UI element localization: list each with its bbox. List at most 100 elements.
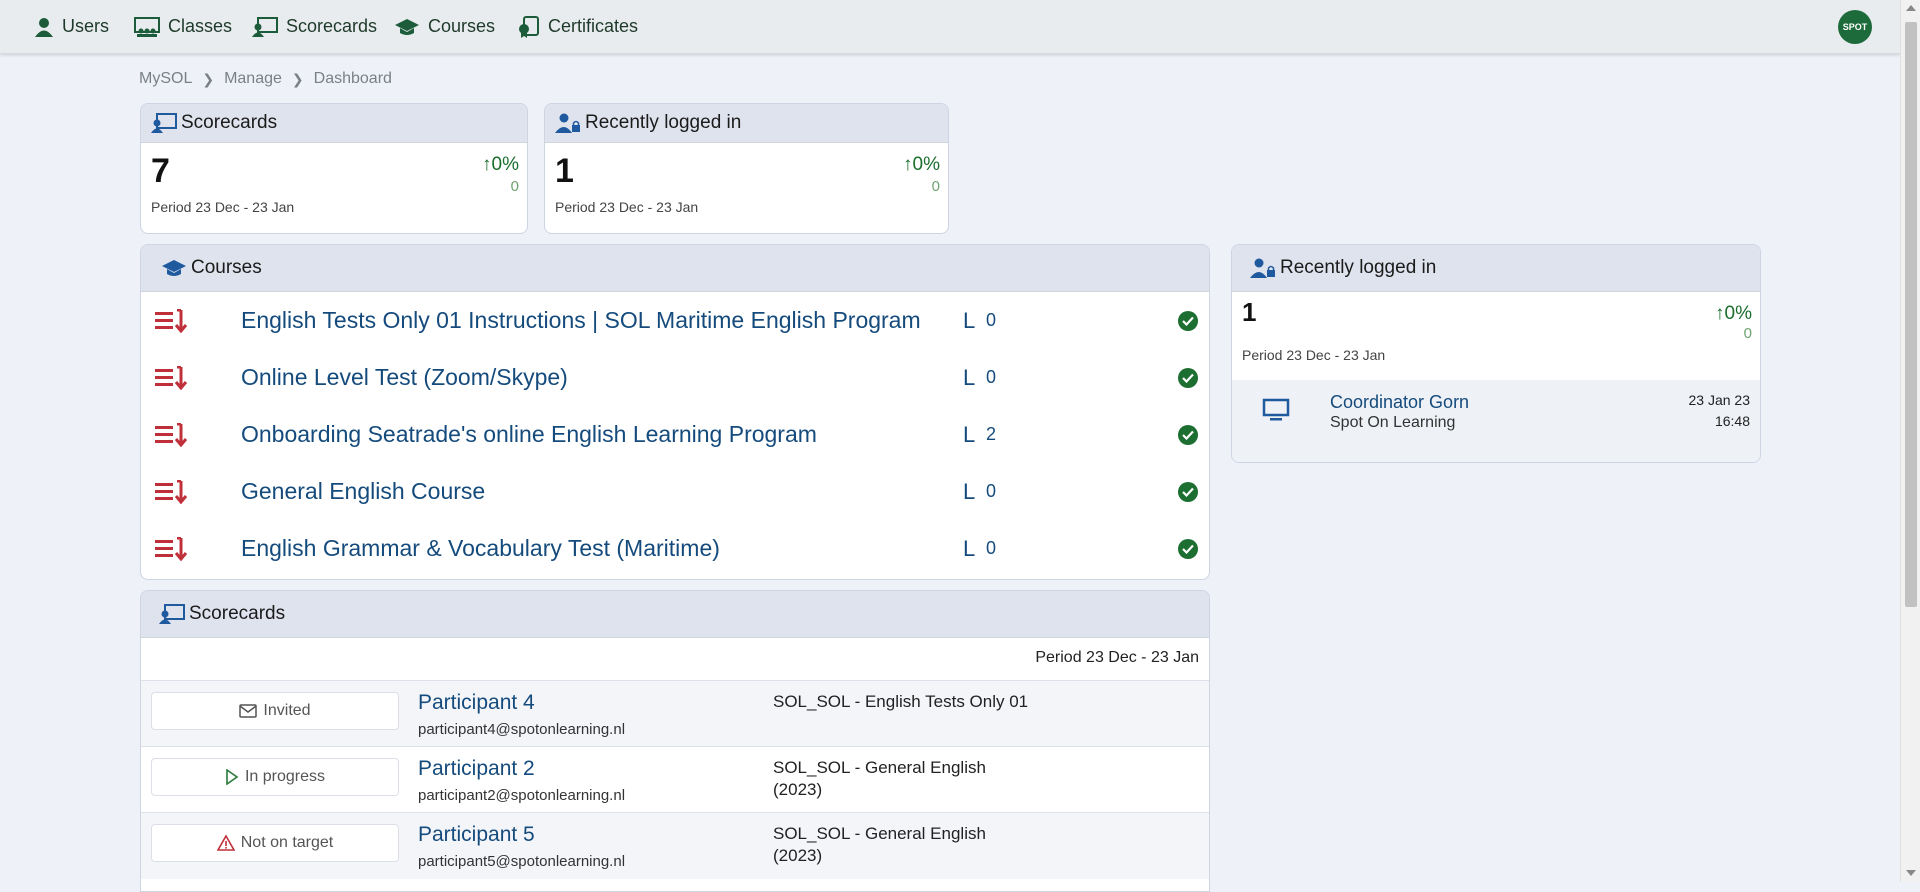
participant-name[interactable]: Participant 5 bbox=[418, 823, 535, 847]
nav-courses-label: Courses bbox=[428, 16, 496, 36]
graduation-cap-icon bbox=[395, 18, 419, 35]
scorecards-icon bbox=[151, 113, 177, 133]
login-date: 23 Jan 23 bbox=[1688, 392, 1751, 408]
nav-classes[interactable]: Classes bbox=[134, 0, 232, 53]
nav-scorecards[interactable]: Scorecards bbox=[252, 0, 377, 53]
check-circle-icon bbox=[1178, 424, 1198, 445]
course-row: English Tests Only 01 Instructions | SOL… bbox=[141, 292, 1209, 349]
level-label: L bbox=[963, 478, 976, 504]
arrow-up-icon: ↑ bbox=[482, 154, 492, 175]
check-circle-icon bbox=[1178, 310, 1198, 331]
card-header: Scorecards bbox=[141, 104, 527, 143]
scorecard-row: In progress Participant 2 participant2@s… bbox=[141, 746, 1209, 813]
nav-certificates[interactable]: Certificates bbox=[518, 0, 638, 53]
play-icon bbox=[226, 769, 239, 785]
breadcrumb-dashboard: Dashboard bbox=[313, 70, 392, 87]
breadcrumb-manage[interactable]: Manage bbox=[224, 70, 282, 88]
certificate-icon bbox=[519, 15, 539, 38]
status-invited-button[interactable]: Invited bbox=[151, 692, 399, 730]
scroll-thumb[interactable] bbox=[1905, 22, 1917, 607]
level-count: 0 bbox=[986, 310, 997, 330]
chevron-right-icon: ❯ bbox=[202, 70, 215, 87]
level-label: L bbox=[963, 364, 976, 390]
participant-course: SOL_SOL - General English (2023) bbox=[773, 824, 986, 865]
participant-name[interactable]: Participant 2 bbox=[418, 757, 535, 781]
participant-course: SOL_SOL - General English (2023) bbox=[773, 758, 986, 799]
sort-list-icon[interactable] bbox=[155, 479, 191, 504]
sort-list-icon[interactable] bbox=[155, 365, 191, 390]
scroll-up-arrow-icon[interactable] bbox=[1906, 5, 1916, 11]
sort-list-icon[interactable] bbox=[155, 536, 191, 561]
level-count: 2 bbox=[986, 424, 997, 444]
check-circle-icon bbox=[1178, 538, 1198, 559]
user-lock-icon bbox=[1250, 258, 1275, 278]
period-label: Period 23 Dec - 23 Jan bbox=[555, 199, 699, 215]
card-header: Recently logged in bbox=[545, 104, 948, 143]
nav-users[interactable]: Users bbox=[34, 0, 109, 53]
breadcrumb: MySOL ❯ Manage ❯ Dashboard bbox=[139, 70, 392, 88]
nav-users-label: Users bbox=[62, 16, 110, 36]
logged-in-count: 1 bbox=[555, 152, 574, 190]
level-count: 0 bbox=[986, 481, 997, 501]
change-percentage: ↑0% bbox=[1715, 303, 1752, 324]
status-label: Invited bbox=[263, 702, 311, 719]
user-org: Spot On Learning bbox=[1330, 414, 1456, 431]
course-title[interactable]: Online Level Test (Zoom/Skype) bbox=[241, 364, 568, 391]
user-name[interactable]: Coordinator Gorn bbox=[1330, 392, 1469, 413]
participant-email: participant2@spotonlearning.nl bbox=[418, 787, 626, 804]
sort-list-icon[interactable] bbox=[155, 308, 191, 333]
course-title[interactable]: English Grammar & Vocabulary Test (Marit… bbox=[241, 535, 720, 562]
level-count: 0 bbox=[986, 538, 997, 558]
level-label: L bbox=[963, 307, 976, 333]
change-absolute: 0 bbox=[1743, 325, 1752, 342]
nav-courses[interactable]: Courses bbox=[394, 0, 495, 53]
sort-list-icon[interactable] bbox=[155, 422, 191, 447]
participant-name[interactable]: Participant 4 bbox=[418, 691, 535, 715]
logged-in-count: 1 bbox=[1242, 297, 1257, 327]
nav-scorecards-label: Scorecards bbox=[286, 16, 378, 36]
scroll-down-arrow-icon[interactable] bbox=[1906, 870, 1916, 876]
course-title[interactable]: General English Course bbox=[241, 478, 485, 505]
nav-certificates-label: Certificates bbox=[548, 16, 639, 36]
status-label: Not on target bbox=[240, 834, 334, 851]
card-header: Recently logged in bbox=[1232, 245, 1760, 292]
change-percentage: ↑0% bbox=[903, 154, 940, 175]
graduation-cap-icon bbox=[162, 260, 186, 276]
arrow-up-icon: ↑ bbox=[903, 154, 913, 175]
user-lock-icon bbox=[555, 113, 580, 133]
scorecards-list-panel: Scorecards Period 23 Dec - 23 Jan Invite… bbox=[140, 590, 1210, 892]
breadcrumb-mysol[interactable]: MySOL bbox=[139, 70, 192, 88]
login-time: 16:48 bbox=[1714, 413, 1750, 429]
top-navigation: Users Classes Scorecards Courses Certifi… bbox=[0, 0, 1900, 54]
course-title[interactable]: English Tests Only 01 Instructions | SOL… bbox=[241, 307, 921, 334]
card-title: Courses bbox=[191, 257, 262, 278]
page-scrollbar[interactable] bbox=[1900, 0, 1920, 882]
card-title: Scorecards bbox=[181, 112, 278, 133]
status-label: In progress bbox=[244, 768, 326, 785]
period-label: Period 23 Dec - 23 Jan bbox=[1242, 347, 1386, 363]
desktop-icon bbox=[1262, 398, 1290, 421]
envelope-icon bbox=[239, 704, 258, 718]
card-header: Scorecards bbox=[141, 591, 1209, 638]
level-label: L bbox=[963, 535, 976, 561]
course-row: Onboarding Seatrade's online English Lea… bbox=[141, 406, 1209, 463]
classes-icon bbox=[134, 16, 160, 37]
period-label: Period 23 Dec - 23 Jan bbox=[1035, 649, 1199, 666]
nav-classes-label: Classes bbox=[168, 16, 233, 36]
change-percentage: ↑0% bbox=[482, 154, 519, 175]
course-row: Online Level Test (Zoom/Skype) L 0 bbox=[141, 349, 1209, 406]
check-circle-icon bbox=[1178, 367, 1198, 388]
card-title: Recently logged in bbox=[585, 112, 742, 133]
logged-in-user-row[interactable]: Coordinator Gorn Spot On Learning 23 Jan… bbox=[1232, 380, 1760, 462]
card-header: Courses bbox=[141, 245, 1209, 292]
spot-logo[interactable]: SPOT bbox=[1838, 10, 1872, 44]
logged-in-panel: Recently logged in 1 ↑0% 0 Period 23 Dec… bbox=[1231, 244, 1761, 463]
course-title[interactable]: Onboarding Seatrade's online English Lea… bbox=[241, 421, 817, 448]
scorecards-summary-card: Scorecards 7 ↑0% 0 Period 23 Dec - 23 Ja… bbox=[140, 103, 528, 234]
period-label: Period 23 Dec - 23 Jan bbox=[151, 199, 295, 215]
status-not-on-target-button[interactable]: Not on target bbox=[151, 824, 399, 862]
status-in-progress-button[interactable]: In progress bbox=[151, 758, 399, 796]
warning-icon bbox=[216, 835, 235, 851]
courses-panel: Courses English Tests Only 01 Instructio… bbox=[140, 244, 1210, 580]
scorecards-icon bbox=[159, 604, 185, 624]
